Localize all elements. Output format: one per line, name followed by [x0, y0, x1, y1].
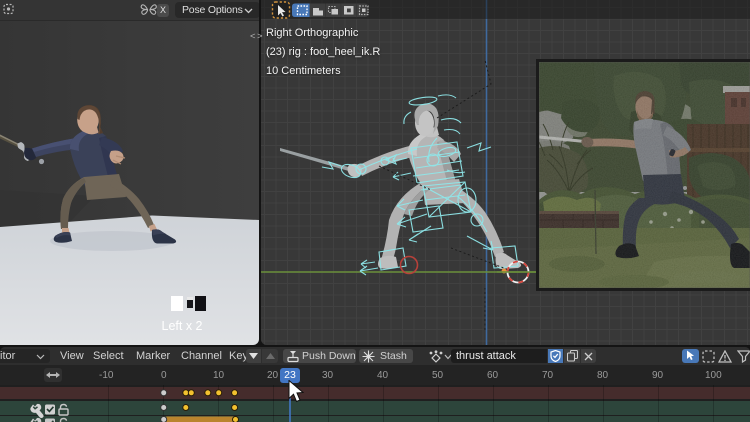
svg-text:Left x 2: Left x 2 — [162, 319, 203, 333]
